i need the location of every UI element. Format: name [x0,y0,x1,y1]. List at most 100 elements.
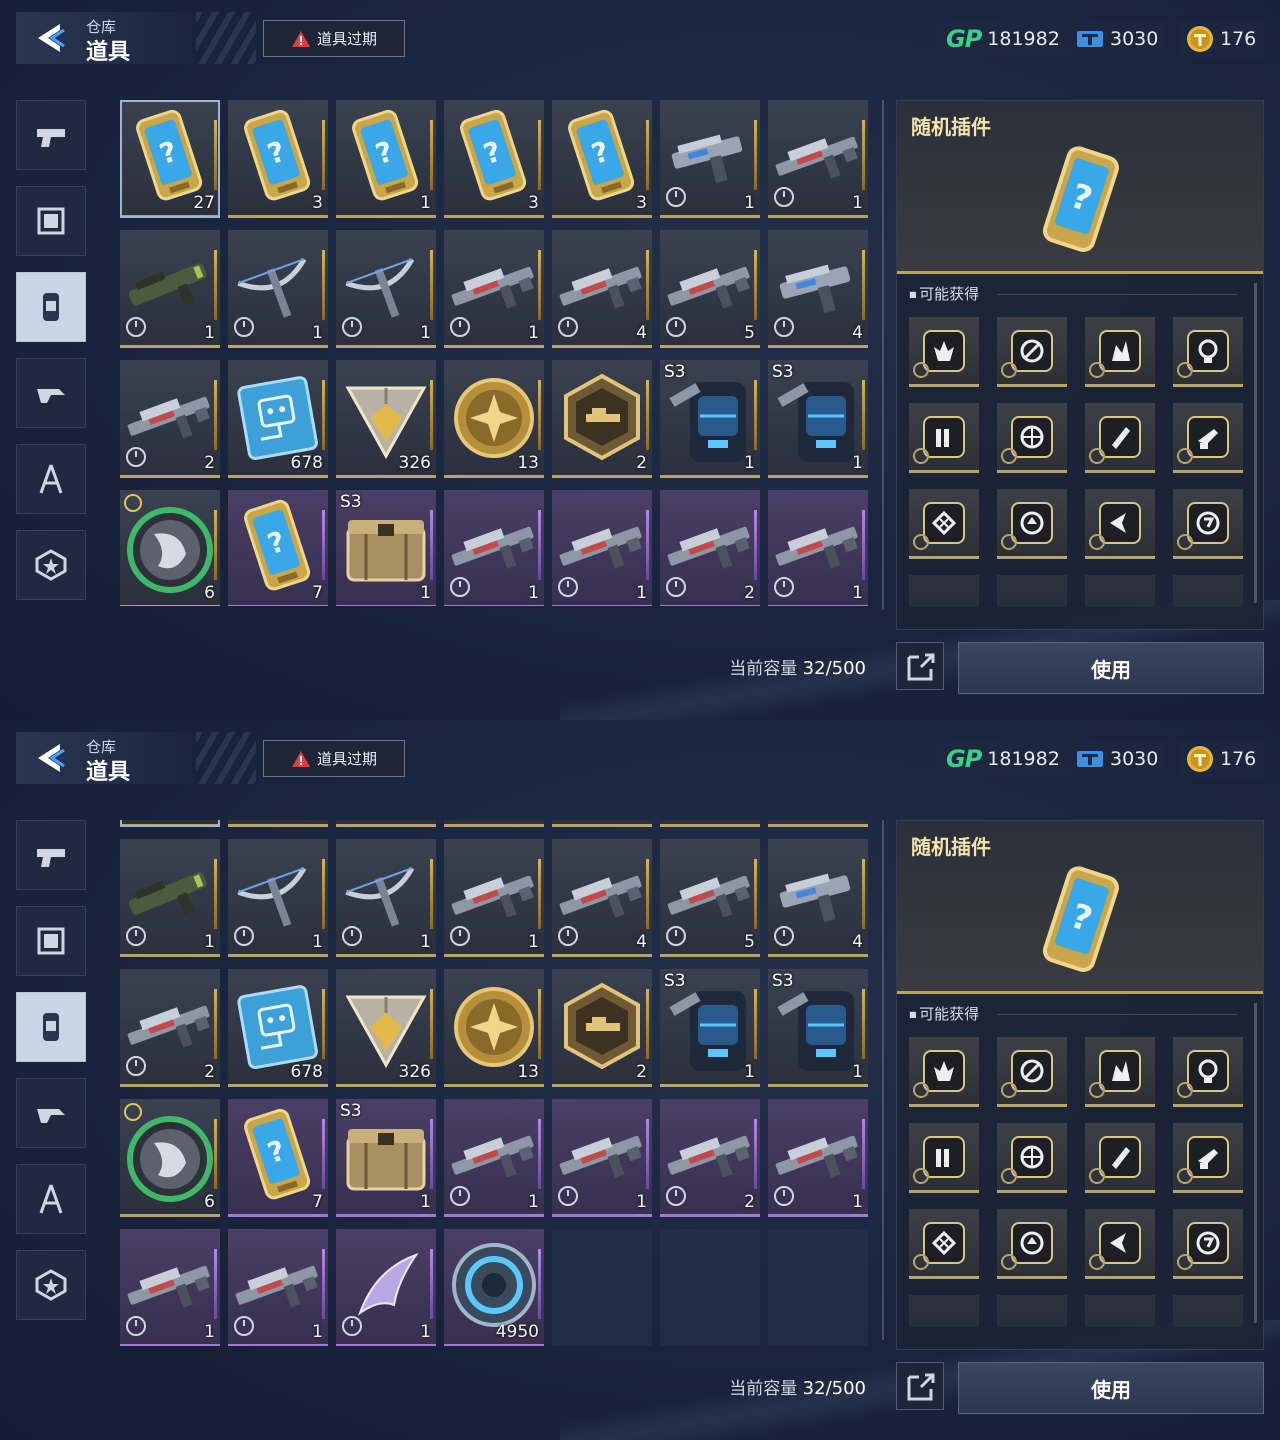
plugin-slot[interactable] [1173,489,1243,559]
inventory-slot[interactable]: S3 1 [768,360,868,478]
use-button[interactable]: 使用 [958,642,1264,694]
inventory-slot[interactable]: 1 [444,1099,544,1217]
inventory-slot[interactable]: 2 [552,969,652,1087]
inventory-slot[interactable]: 1 [444,839,544,957]
inventory-slot[interactable]: 1 [336,839,436,957]
inventory-slot[interactable]: 1 [120,1229,220,1346]
use-button[interactable]: 使用 [958,1362,1264,1414]
inventory-slot[interactable]: 13 [444,969,544,1087]
inventory-slot[interactable]: 1 [444,490,544,606]
inventory-slot[interactable]: 4950 [444,1229,544,1346]
plugin-slot[interactable] [997,489,1067,559]
category-tab-star-badge[interactable] [16,1250,86,1320]
plugin-slot[interactable] [1085,317,1155,387]
plugin-slot[interactable] [997,1209,1067,1279]
share-button[interactable] [896,642,944,690]
inventory-slot[interactable]: 5 [660,230,760,348]
plugin-slot[interactable] [909,489,979,559]
inventory-slot[interactable]: 1 [768,1099,868,1217]
inventory-slot[interactable]: ?27 [120,820,220,827]
share-button[interactable] [896,1362,944,1410]
back-button[interactable]: 仓库 道具 [16,732,192,785]
inventory-slot[interactable]: 2 [660,1099,760,1217]
plugin-slot[interactable] [1173,1037,1243,1107]
inventory-slot[interactable]: ? 7 [228,1099,328,1217]
inventory-slot[interactable]: 4 [552,230,652,348]
inventory-slot[interactable]: 4 [768,230,868,348]
plugin-slot[interactable] [1173,1209,1243,1279]
inventory-slot[interactable]: 326 [336,969,436,1087]
plugin-slot[interactable] [1085,575,1155,607]
inventory-slot[interactable]: 6 [120,490,220,606]
plugin-slot[interactable] [997,1295,1067,1327]
plugin-slot[interactable] [909,1295,979,1327]
category-tab-mech[interactable] [16,358,86,428]
inventory-slot[interactable]: 2 [552,360,652,478]
plugin-slot[interactable] [997,575,1067,607]
inventory-slot[interactable]: 1 [660,820,760,827]
inventory-slot[interactable]: 1 [444,230,544,348]
plugin-slot[interactable] [909,1123,979,1193]
inventory-slot[interactable]: 1 [228,1229,328,1346]
inventory-slot[interactable]: 1 [228,839,328,957]
plugin-slot[interactable] [997,317,1067,387]
category-tab-frame[interactable] [16,906,86,976]
plugin-slot[interactable] [1085,1209,1155,1279]
plugin-slot[interactable] [909,575,979,607]
category-tab-compass[interactable] [16,444,86,514]
inventory-slot[interactable]: ?3 [228,820,328,827]
inventory-slot[interactable]: S3 1 [660,969,760,1087]
category-tab-canister[interactable] [16,272,86,342]
plugin-slot[interactable] [1173,1123,1243,1193]
inventory-slot[interactable]: 678 [228,360,328,478]
inventory-slot[interactable]: 13 [444,360,544,478]
inventory-slot[interactable]: 4 [768,839,868,957]
inventory-slot[interactable]: 6 [120,1099,220,1217]
plugin-slot[interactable] [909,403,979,473]
scrollbar[interactable] [1254,283,1257,603]
plugin-slot[interactable] [997,1037,1067,1107]
inventory-slot[interactable]: 2 [660,490,760,606]
plugin-slot[interactable] [1173,317,1243,387]
inventory-slot[interactable]: ?27 [120,100,220,218]
inventory-slot[interactable]: S3 1 [768,969,868,1087]
plugin-slot[interactable] [1173,1295,1243,1327]
category-tab-frame[interactable] [16,186,86,256]
inventory-slot[interactable]: 1 [228,230,328,348]
category-tab-mech[interactable] [16,1078,86,1148]
plugin-slot[interactable] [1085,1123,1155,1193]
inventory-slot[interactable]: ?3 [228,100,328,218]
inventory-slot[interactable]: 678 [228,969,328,1087]
scrollbar[interactable] [1254,1003,1257,1323]
inventory-slot[interactable]: 1 [336,230,436,348]
plugin-slot[interactable] [909,317,979,387]
expired-items-button[interactable]: 道具过期 [263,20,405,57]
inventory-slot[interactable]: S3 1 [336,1099,436,1217]
inventory-slot[interactable]: ? 7 [228,490,328,606]
inventory-slot[interactable]: 1 [552,490,652,606]
inventory-slot[interactable]: ?3 [444,820,544,827]
inventory-slot[interactable]: S3 1 [336,490,436,606]
inventory-slot[interactable]: S3 1 [660,360,760,478]
plugin-slot[interactable] [1085,489,1155,559]
plugin-slot[interactable] [1173,575,1243,607]
inventory-slot[interactable]: ?3 [552,100,652,218]
back-button[interactable]: 仓库 道具 [16,12,192,65]
inventory-slot[interactable]: ?1 [336,100,436,218]
inventory-slot[interactable]: 4 [552,839,652,957]
plugin-slot[interactable] [1085,1037,1155,1107]
plugin-slot[interactable] [1085,403,1155,473]
inventory-slot[interactable]: 1 [768,490,868,606]
category-tab-pistol[interactable] [16,100,86,170]
category-tab-pistol[interactable] [16,820,86,890]
inventory-slot[interactable]: ?1 [336,820,436,827]
category-tab-compass[interactable] [16,1164,86,1234]
inventory-slot[interactable]: ?3 [444,100,544,218]
inventory-slot[interactable]: 2 [120,969,220,1087]
inventory-slot[interactable]: 1 [768,820,868,827]
inventory-slot[interactable]: 1 [768,100,868,218]
plugin-slot[interactable] [909,1209,979,1279]
plugin-slot[interactable] [997,403,1067,473]
inventory-slot[interactable]: 1 [552,1099,652,1217]
plugin-slot[interactable] [1085,1295,1155,1327]
